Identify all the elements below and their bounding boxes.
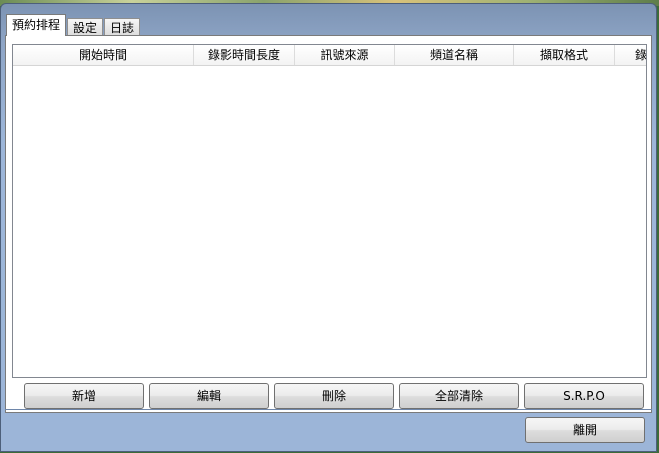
- tab-schedule[interactable]: 預約排程: [6, 14, 67, 36]
- column-duration[interactable]: 錄影時間長度: [194, 45, 295, 65]
- column-truncated[interactable]: 錄: [615, 45, 646, 65]
- list-header: 開始時間 錄影時間長度 訊號來源 頻道名稱 擷取格式 錄: [13, 45, 646, 66]
- edit-button[interactable]: 編輯: [149, 383, 269, 409]
- recording-scheduler-window: 預約排程 設定 日誌 開始時間 錄影時間長度 訊號來源 頻道名稱 擷取格式 錄 …: [0, 3, 657, 452]
- add-button[interactable]: 新增: [24, 383, 144, 409]
- column-start-time[interactable]: 開始時間: [13, 45, 194, 65]
- tab-bar: 預約排程 設定 日誌: [6, 14, 141, 36]
- action-buttons: 新增 編輯 刪除 全部清除 S.R.P.O: [24, 383, 649, 409]
- tab-log[interactable]: 日誌: [104, 18, 141, 36]
- column-channel-name[interactable]: 頻道名稱: [395, 45, 514, 65]
- clear-all-button[interactable]: 全部清除: [399, 383, 519, 409]
- tab-settings[interactable]: 設定: [67, 18, 104, 36]
- delete-button[interactable]: 刪除: [274, 383, 394, 409]
- close-button[interactable]: 離開: [525, 417, 645, 443]
- srpo-button[interactable]: S.R.P.O: [524, 383, 644, 409]
- schedule-panel: 開始時間 錄影時間長度 訊號來源 頻道名稱 擷取格式 錄 新增 編輯 刪除 全部…: [5, 35, 652, 413]
- column-capture-format[interactable]: 擷取格式: [514, 45, 615, 65]
- footer-divider: [5, 409, 652, 410]
- column-signal-source[interactable]: 訊號來源: [295, 45, 395, 65]
- schedule-list[interactable]: 開始時間 錄影時間長度 訊號來源 頻道名稱 擷取格式 錄: [12, 44, 647, 378]
